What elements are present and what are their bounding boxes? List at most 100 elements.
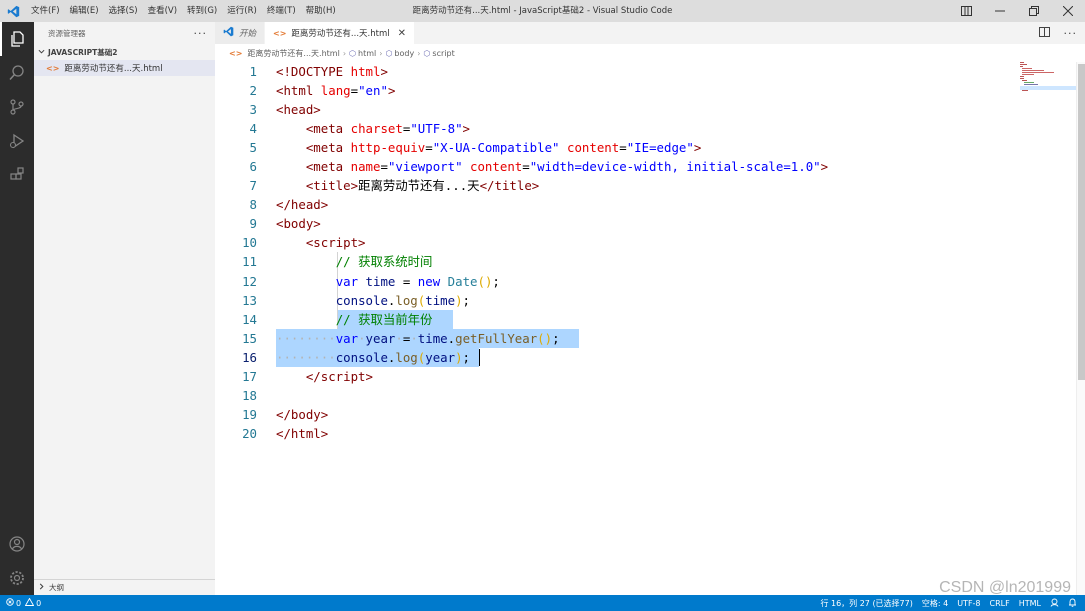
breadcrumb-html[interactable]: html bbox=[358, 49, 376, 58]
accounts-icon[interactable] bbox=[0, 527, 34, 561]
file-tree-item[interactable]: <> 距离劳动节还有...天.html bbox=[34, 60, 215, 76]
menu-edit[interactable]: 编辑(E) bbox=[65, 0, 104, 22]
settings-gear-icon[interactable] bbox=[0, 561, 34, 595]
outline-label: 大纲 bbox=[49, 583, 64, 592]
code-text: // 获取当前年份 bbox=[335, 311, 433, 327]
line-number: 16 bbox=[242, 349, 257, 365]
split-editor-icon[interactable] bbox=[1038, 26, 1050, 40]
code-editor[interactable]: 1 <!DOCTYPE html> 2 <html lang="en"> 3 <hea… bbox=[215, 62, 1075, 595]
explorer-sidebar: 资源管理器 ··· JAVASCRIPT基础2 <> 距离劳动节还有...天.h… bbox=[34, 22, 215, 595]
tab-html-label: 距离劳动节还有...天.html bbox=[291, 29, 390, 39]
menu-run[interactable]: 运行(R) bbox=[222, 0, 262, 22]
code-text: ········var·year·=·time.getFullYear(); bbox=[276, 330, 560, 346]
code-line: 9 <body> bbox=[215, 214, 1075, 233]
code-text: ········console.log(year); bbox=[276, 349, 471, 365]
code-text: <meta charset="UTF-8"> bbox=[305, 121, 470, 137]
line-number: 12 bbox=[242, 273, 257, 289]
file-name: 距离劳动节还有...天.html bbox=[64, 64, 163, 74]
feedback-icon[interactable] bbox=[1050, 598, 1059, 609]
html-file-icon: <> bbox=[46, 63, 60, 73]
menu-help[interactable]: 帮助(H) bbox=[301, 0, 341, 22]
element-icon: ⬡ bbox=[385, 48, 393, 58]
breadcrumb-separator-icon: › bbox=[379, 48, 383, 58]
folder-name: JAVASCRIPT基础2 bbox=[48, 47, 118, 57]
problems-indicator[interactable]: 0 0 bbox=[0, 597, 41, 608]
cursor-position[interactable]: 行 16，列 27 (已选择77) bbox=[820, 598, 912, 609]
line-number: 3 bbox=[249, 102, 257, 118]
html-file-icon: <> bbox=[273, 28, 287, 38]
menu-view[interactable]: 查看(V) bbox=[143, 0, 182, 22]
error-icon bbox=[6, 598, 14, 608]
menu-selection[interactable]: 选择(S) bbox=[104, 0, 143, 22]
vertical-scrollbar[interactable] bbox=[1076, 62, 1085, 595]
code-line: 14 // 获取当前年份 bbox=[215, 309, 1075, 329]
layout-toggle-icon[interactable] bbox=[949, 0, 983, 22]
line-number: 13 bbox=[242, 292, 257, 308]
tab-welcome-label: 开始 bbox=[239, 29, 257, 39]
minimize-button[interactable] bbox=[983, 0, 1017, 22]
menu-bar: 文件(F) 编辑(E) 选择(S) 查看(V) 转到(G) 运行(R) 终端(T… bbox=[26, 0, 341, 22]
extensions-icon[interactable] bbox=[0, 158, 34, 192]
notifications-bell-icon[interactable] bbox=[1068, 598, 1077, 609]
line-number: 5 bbox=[249, 140, 257, 156]
menu-go[interactable]: 转到(G) bbox=[182, 0, 222, 22]
code-line: 10 <script> bbox=[215, 233, 1075, 252]
end-of-line[interactable]: CRLF bbox=[990, 599, 1010, 608]
code-line: 3 <head> bbox=[215, 100, 1075, 119]
code-line: 19 </body> bbox=[215, 405, 1075, 424]
explorer-title: 资源管理器 bbox=[48, 28, 86, 38]
line-number: 10 bbox=[242, 235, 257, 251]
editor-tabs: 开始 <> 距离劳动节还有...天.html ✕ ··· bbox=[215, 22, 1085, 44]
activity-bar bbox=[0, 22, 34, 595]
restore-button[interactable] bbox=[1017, 0, 1051, 22]
status-bar: 0 0 行 16，列 27 (已选择77) 空格: 4 UTF-8 CRLF H… bbox=[0, 595, 1085, 611]
code-text: <meta http-equiv="X-UA-Compatible" conte… bbox=[305, 140, 702, 156]
code-line: 11 // 获取系统时间 bbox=[215, 252, 1075, 272]
close-window-button[interactable] bbox=[1051, 0, 1085, 22]
line-number: 9 bbox=[249, 216, 257, 232]
line-number: 14 bbox=[242, 311, 257, 327]
breadcrumb-body[interactable]: body bbox=[394, 49, 414, 58]
html-file-icon: <> bbox=[229, 48, 243, 58]
line-number: 17 bbox=[242, 368, 257, 384]
code-line: 8 </head> bbox=[215, 195, 1075, 214]
menu-file[interactable]: 文件(F) bbox=[26, 0, 65, 22]
run-debug-icon[interactable] bbox=[0, 124, 34, 158]
line-number: 7 bbox=[249, 178, 257, 194]
breadcrumb-file[interactable]: 距离劳动节还有...天.html bbox=[247, 48, 339, 59]
code-text: </html> bbox=[276, 425, 329, 441]
breadcrumb-script[interactable]: script bbox=[432, 49, 454, 58]
code-text: <title>距离劳动节还有...天</title> bbox=[305, 178, 540, 194]
source-control-icon[interactable] bbox=[0, 90, 34, 124]
code-text: var time = new Date(); bbox=[335, 273, 500, 289]
breadcrumb-separator-icon: › bbox=[417, 48, 421, 58]
search-icon[interactable] bbox=[0, 56, 34, 90]
code-line: 13 console.log(time); bbox=[215, 290, 1075, 310]
encoding[interactable]: UTF-8 bbox=[957, 599, 980, 608]
line-number: 6 bbox=[249, 159, 257, 175]
tab-html-file[interactable]: <> 距离劳动节还有...天.html ✕ bbox=[265, 22, 415, 44]
warning-icon bbox=[24, 597, 35, 608]
close-tab-icon[interactable]: ✕ bbox=[398, 28, 406, 39]
code-text: <!DOCTYPE html> bbox=[276, 64, 388, 79]
chevron-down-icon bbox=[38, 48, 45, 57]
line-number: 4 bbox=[249, 121, 257, 137]
minimap[interactable] bbox=[1020, 62, 1076, 92]
workspace-folder[interactable]: JAVASCRIPT基础2 bbox=[34, 44, 215, 60]
outline-section[interactable]: 大纲 bbox=[34, 579, 215, 595]
tab-welcome[interactable]: 开始 bbox=[215, 22, 266, 44]
vscode-tab-icon bbox=[223, 26, 234, 40]
more-actions-icon[interactable]: ··· bbox=[1064, 27, 1078, 40]
vscode-logo-icon bbox=[0, 0, 26, 22]
explorer-header: 资源管理器 ··· bbox=[34, 22, 215, 44]
explorer-icon[interactable] bbox=[0, 22, 34, 56]
menu-terminal[interactable]: 终端(T) bbox=[262, 0, 301, 22]
more-actions-icon[interactable]: ··· bbox=[194, 27, 208, 40]
code-text: <meta name="viewport" content="width=dev… bbox=[305, 159, 829, 175]
code-line: 18 bbox=[215, 386, 1075, 405]
indentation[interactable]: 空格: 4 bbox=[922, 598, 948, 609]
scrollbar-thumb[interactable] bbox=[1078, 64, 1085, 380]
language-mode[interactable]: HTML bbox=[1019, 599, 1041, 608]
code-text: // 获取系统时间 bbox=[335, 254, 433, 270]
code-line: 6 <meta name="viewport" content="width=d… bbox=[215, 157, 1075, 176]
